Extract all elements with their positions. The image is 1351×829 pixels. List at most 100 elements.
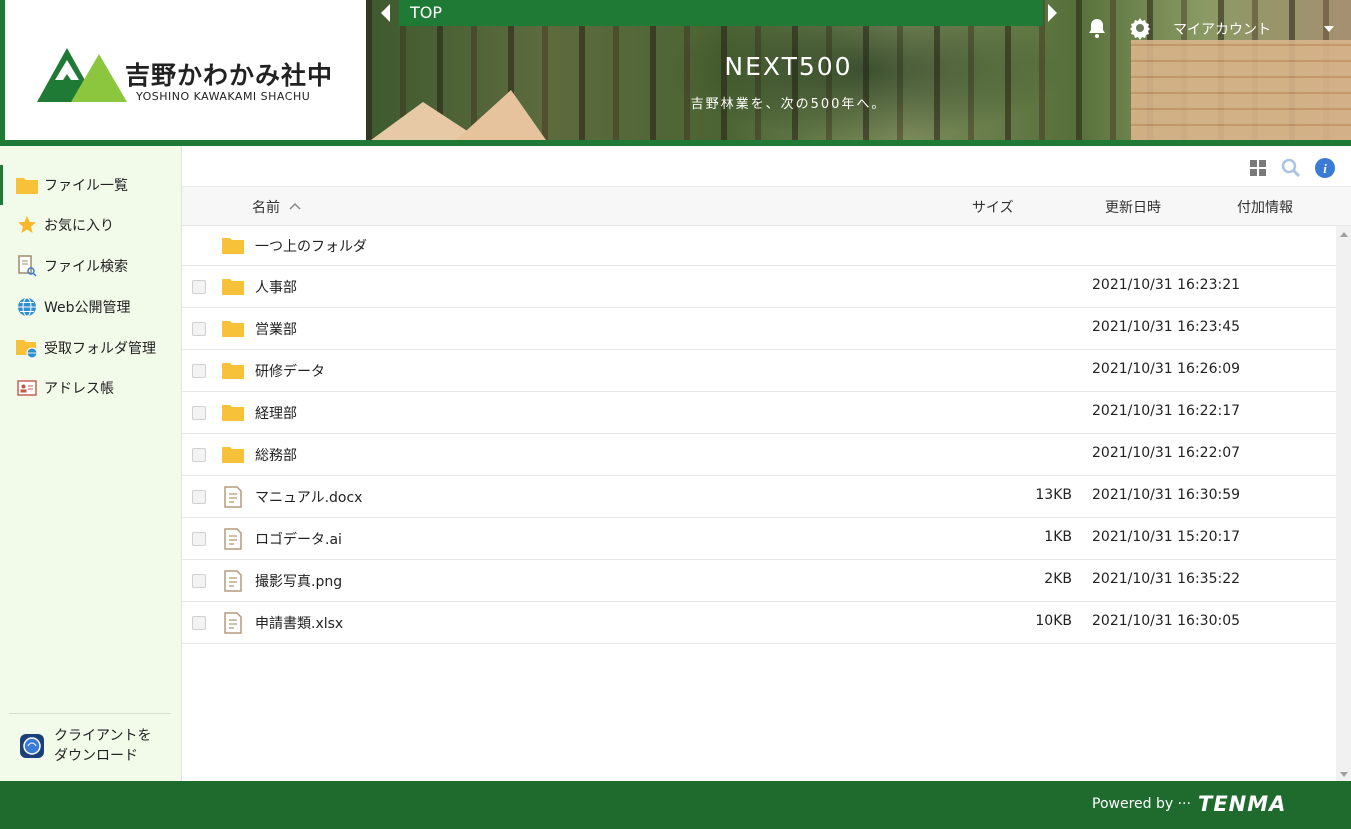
row-name[interactable]: 経理部 [255, 403, 297, 423]
row-checkbox[interactable] [192, 490, 206, 504]
folder-icon [222, 279, 244, 295]
download-client-button[interactable]: クライアントを ダウンロード [20, 726, 151, 766]
column-info-header[interactable]: 付加情報 [1237, 197, 1293, 217]
globe-icon [16, 296, 38, 318]
row-checkbox[interactable] [192, 322, 206, 336]
sidebar: ファイル一覧 お気に入り ファイル検索 Web公開管理 受取フォルダ管理 アドレ… [0, 146, 182, 781]
file-row[interactable]: 撮影写真.png 2KB 2021/10/31 16:35:22 [182, 560, 1336, 602]
row-size: 10KB [1035, 613, 1072, 629]
file-list: 一つ上のフォルダ 人事部 2021/10/31 16:23:21 営業部 2021/1… [182, 226, 1336, 644]
grid-view-icon[interactable] [1248, 158, 1268, 178]
vertical-scrollbar[interactable] [1336, 226, 1351, 781]
header: 吉野かわかみ社中 YOSHINO KAWAKAMI SHACHU NEXT500… [0, 0, 1351, 146]
file-search-icon [16, 255, 38, 277]
row-checkbox[interactable] [192, 616, 206, 630]
prev-arrow-icon[interactable] [381, 4, 390, 22]
sidebar-item-receive-folder[interactable]: 受取フォルダ管理 [0, 328, 181, 368]
logo[interactable]: 吉野かわかみ社中 YOSHINO KAWAKAMI SHACHU [0, 0, 366, 140]
row-name[interactable]: 申請書類.xlsx [255, 613, 343, 633]
row-date: 2021/10/31 15:20:17 [1092, 529, 1241, 545]
file-row[interactable]: マニュアル.docx 13KB 2021/10/31 16:30:59 [182, 476, 1336, 518]
row-checkbox[interactable] [192, 406, 206, 420]
folder-row[interactable]: 営業部 2021/10/31 16:23:45 [182, 308, 1336, 350]
banner-subtitle: 吉野林業を、次の500年へ。 [690, 97, 887, 112]
row-date: 2021/10/31 16:30:05 [1092, 613, 1241, 629]
row-checkbox[interactable] [192, 280, 206, 294]
sidebar-item-file-list[interactable]: ファイル一覧 [0, 165, 181, 205]
sidebar-item-label: ファイル検索 [44, 259, 128, 275]
column-name-header[interactable]: 名前 [252, 197, 280, 217]
row-checkbox[interactable] [192, 574, 206, 588]
download-client-icon [20, 734, 44, 758]
sidebar-item-web-publish[interactable]: Web公開管理 [0, 287, 181, 327]
row-size: 1KB [1044, 529, 1072, 545]
top-breadcrumb[interactable]: TOP [399, 0, 1043, 26]
star-icon [16, 214, 38, 236]
footer: Powered by ··· TENMA [0, 781, 1351, 829]
tenma-logo: TENMA [1198, 792, 1287, 816]
row-checkbox[interactable] [192, 532, 206, 546]
folder-row[interactable]: 経理部 2021/10/31 16:22:17 [182, 392, 1336, 434]
row-date: 2021/10/31 16:30:59 [1092, 487, 1241, 503]
folder-icon [16, 174, 38, 196]
row-name[interactable]: 撮影写真.png [255, 571, 342, 591]
address-card-icon [16, 377, 38, 399]
sidebar-item-label: 受取フォルダ管理 [44, 341, 156, 357]
folder-row[interactable]: 総務部 2021/10/31 16:22:07 [182, 434, 1336, 476]
logo-text-en: YOSHINO KAWAKAMI SHACHU [136, 90, 311, 103]
sidebar-item-favorites[interactable]: お気に入り [0, 205, 181, 245]
sidebar-item-label: Web公開管理 [44, 300, 131, 316]
folder-row[interactable]: 研修データ 2021/10/31 16:26:09 [182, 350, 1336, 392]
parent-folder-row[interactable]: 一つ上のフォルダ [182, 226, 1336, 266]
folder-icon [222, 238, 244, 254]
document-icon [224, 570, 242, 592]
bell-icon[interactable] [1085, 16, 1109, 40]
folder-icon [222, 447, 244, 463]
svg-text:i: i [1323, 161, 1327, 176]
folder-globe-icon [16, 337, 38, 359]
column-modified-header[interactable]: 更新日時 [1105, 197, 1161, 217]
my-account-menu[interactable]: マイアカウント [1173, 19, 1271, 39]
powered-by-text: Powered by ··· [1092, 796, 1191, 812]
row-size: 13KB [1035, 487, 1072, 503]
row-name[interactable]: マニュアル.docx [255, 487, 362, 507]
top-label[interactable]: TOP [410, 3, 442, 22]
folder-icon [222, 363, 244, 379]
next-arrow-icon[interactable] [1048, 4, 1057, 22]
banner-title: NEXT500 [724, 52, 853, 81]
file-list-panel: i 名前 サイズ 更新日時 付加情報 一つ上のフォルダ 人事部 2021/10/3… [182, 146, 1351, 781]
row-name[interactable]: 研修データ [255, 361, 325, 381]
row-checkbox[interactable] [192, 364, 206, 378]
column-size-header[interactable]: サイズ [972, 197, 1014, 217]
info-icon[interactable]: i [1315, 158, 1335, 178]
sidebar-item-file-search[interactable]: ファイル検索 [0, 246, 181, 286]
parent-folder-label[interactable]: 一つ上のフォルダ [255, 236, 367, 256]
list-header: 名前 サイズ 更新日時 付加情報 [182, 186, 1351, 226]
row-date: 2021/10/31 16:35:22 [1092, 571, 1241, 587]
file-row[interactable]: ロゴデータ.ai 1KB 2021/10/31 15:20:17 [182, 518, 1336, 560]
sidebar-divider [9, 713, 171, 714]
sort-ascending-icon[interactable] [289, 202, 301, 210]
logo-mountain-icon [37, 48, 127, 102]
download-label-line2: ダウンロード [54, 748, 138, 764]
row-name[interactable]: 総務部 [255, 445, 297, 465]
gear-icon[interactable] [1128, 16, 1152, 40]
folder-icon [222, 321, 244, 337]
chevron-down-icon[interactable] [1324, 26, 1334, 32]
row-name[interactable]: 営業部 [255, 319, 297, 339]
folder-row[interactable]: 人事部 2021/10/31 16:23:21 [182, 266, 1336, 308]
logo-text-jp: 吉野かわかみ社中 [125, 61, 334, 90]
sidebar-item-label: ファイル一覧 [44, 178, 128, 194]
folder-icon [222, 405, 244, 421]
document-icon [224, 486, 242, 508]
search-icon[interactable] [1281, 158, 1301, 178]
sidebar-item-address-book[interactable]: アドレス帳 [0, 368, 181, 408]
row-date: 2021/10/31 16:23:21 [1092, 277, 1241, 293]
file-row[interactable]: 申請書類.xlsx 10KB 2021/10/31 16:30:05 [182, 602, 1336, 644]
row-name[interactable]: 人事部 [255, 277, 297, 297]
row-date: 2021/10/31 16:22:17 [1092, 403, 1241, 419]
row-checkbox[interactable] [192, 448, 206, 462]
row-name[interactable]: ロゴデータ.ai [255, 529, 342, 549]
scroll-down-icon[interactable] [1340, 772, 1348, 777]
scroll-up-icon[interactable] [1340, 232, 1348, 237]
